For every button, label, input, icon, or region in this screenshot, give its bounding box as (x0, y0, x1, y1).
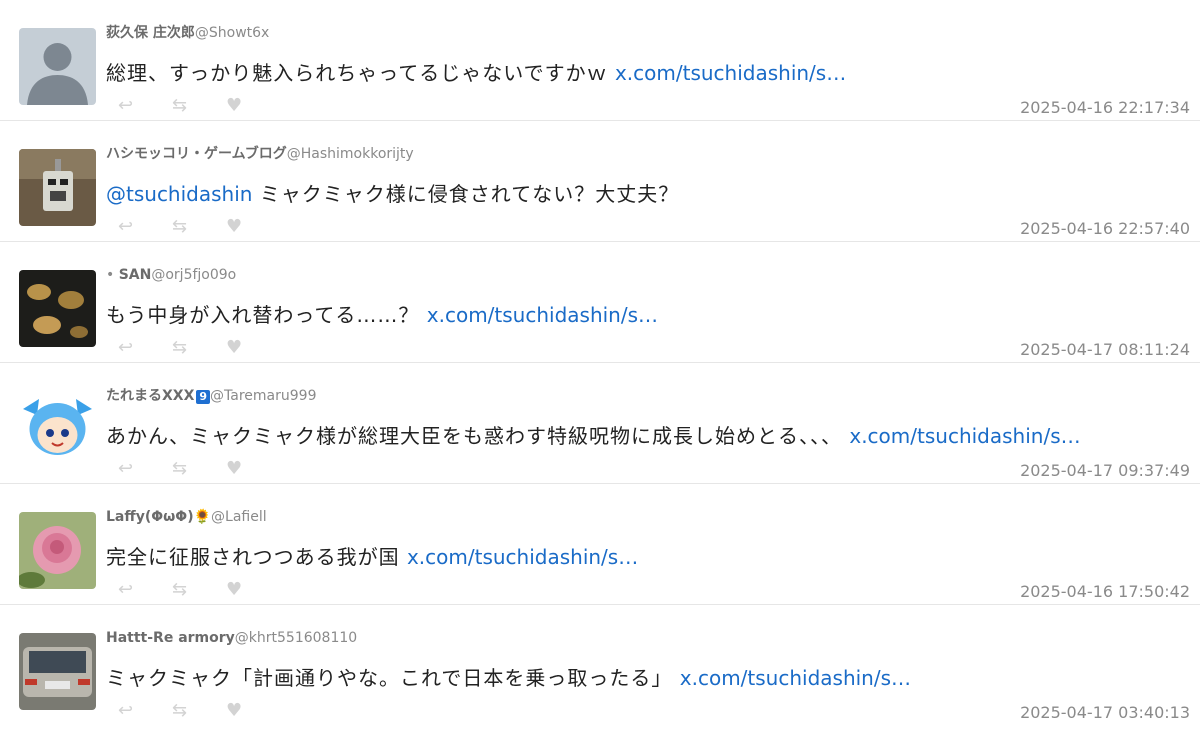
timestamp[interactable]: 2025-04-17 08:11:24 (1020, 340, 1190, 359)
tweet-text: もう中身が入れ替わってる……？ x.com/tsuchidashin/s… (106, 300, 658, 330)
reply-icon[interactable]: ↩ (118, 215, 172, 239)
tweet-text: ミャクミャク「計画通りやな。これで日本を乗っ取ったる」 x.com/tsuchi… (106, 663, 911, 693)
timestamp[interactable]: 2025-04-16 17:50:42 (1020, 582, 1190, 601)
tweet-actions: ↩ ⇆ ♥ (118, 699, 280, 723)
tweet-actions: ↩ ⇆ ♥ (118, 94, 280, 118)
name-prefix: • (106, 267, 115, 283)
tweet-header: Laffy(ΦωΦ)🌻@Lafiell (106, 508, 267, 526)
heart-icon[interactable]: ♥ (226, 215, 280, 239)
reply-icon[interactable]: ↩ (118, 457, 172, 481)
avatar[interactable] (19, 391, 96, 468)
tweet-link[interactable]: x.com/tsuchidashin/s… (680, 666, 911, 690)
tweet-item: Laffy(ΦωΦ)🌻@Lafiell 完全に征服されつつある我が国 x.com… (0, 484, 1200, 605)
tweet-body: 完全に征服されつつある我が国 (106, 545, 400, 569)
tweet-item: ハシモッコリ・ゲームブログ@Hashimokkorijty @tsuchidas… (0, 121, 1200, 242)
tweet-link[interactable]: x.com/tsuchidashin/s… (407, 545, 638, 569)
display-name[interactable]: Laffy(ΦωΦ) (106, 509, 194, 525)
car-avatar-image (19, 633, 96, 710)
tweet-item: • SAN@orj5fjo09o もう中身が入れ替わってる……？ x.com/t… (0, 242, 1200, 363)
tweet-feed: 荻久保 庄次郎@Showt6x 総理、すっかり魅入られちゃってるじゃないですかｗ… (0, 0, 1200, 726)
reply-icon[interactable]: ↩ (118, 578, 172, 602)
retweet-icon[interactable]: ⇆ (172, 699, 226, 723)
tweet-item: 荻久保 庄次郎@Showt6x 総理、すっかり魅入られちゃってるじゃないですかｗ… (0, 0, 1200, 121)
display-name[interactable]: 荻久保 庄次郎 (106, 25, 195, 41)
sunflower-icon: 🌻 (193, 509, 212, 525)
tweet-body: あかん、ミャクミャク様が総理大臣をも惑わす特級呪物に成長し始めとる、、、 (106, 424, 842, 448)
display-name[interactable]: ハシモッコリ・ゲームブログ (106, 146, 287, 162)
tweet-header: 荻久保 庄次郎@Showt6x (106, 24, 269, 42)
tweet-actions: ↩ ⇆ ♥ (118, 457, 280, 481)
tweet-header: たれまるXXX 9 @Taremaru999 (106, 387, 317, 405)
heart-icon[interactable]: ♥ (226, 457, 280, 481)
tweet-text: 総理、すっかり魅入られちゃってるじゃないですかｗ x.com/tsuchidas… (106, 58, 846, 88)
tweet-link[interactable]: x.com/tsuchidashin/s… (849, 424, 1080, 448)
tweet-text: 完全に征服されつつある我が国 x.com/tsuchidashin/s… (106, 542, 638, 572)
robot-avatar-image (19, 149, 96, 226)
avatar[interactable] (19, 633, 96, 710)
user-handle[interactable]: @orj5fjo09o (151, 267, 236, 283)
tweet-body: ミャクミャク「計画通りやな。これで日本を乗っ取ったる」 (106, 666, 673, 690)
avatar[interactable] (19, 149, 96, 226)
retweet-icon[interactable]: ⇆ (172, 94, 226, 118)
retweet-icon[interactable]: ⇆ (172, 457, 226, 481)
avatar[interactable] (19, 28, 96, 105)
tweet-header: ハシモッコリ・ゲームブログ@Hashimokkorijty (106, 145, 414, 163)
tweet-item: Hattt-Re armory@khrt551608110 ミャクミャク「計画通… (0, 605, 1200, 726)
timestamp[interactable]: 2025-04-16 22:57:40 (1020, 219, 1190, 238)
user-handle[interactable]: @Taremaru999 (210, 388, 316, 404)
tweet-link[interactable]: x.com/tsuchidashin/s… (615, 61, 846, 85)
tweet-header: Hattt-Re armory@khrt551608110 (106, 629, 357, 647)
tweet-body: ミャクミャク様に侵食されてない？大丈夫？ (259, 182, 680, 206)
tweet-link[interactable]: x.com/tsuchidashin/s… (427, 303, 658, 327)
number-badge: 9 (196, 390, 211, 404)
tweet-item: たれまるXXX 9 @Taremaru999 あかん、ミャクミャク様が総理大臣をも惑… (0, 363, 1200, 484)
tweet-text: @tsuchidashin ミャクミャク様に侵食されてない？大丈夫？ (106, 179, 679, 209)
tweet-body: 総理、すっかり魅入られちゃってるじゃないですかｗ (106, 61, 608, 85)
retweet-icon[interactable]: ⇆ (172, 578, 226, 602)
tweet-actions: ↩ ⇆ ♥ (118, 336, 280, 360)
user-handle[interactable]: @Lafiell (211, 509, 267, 525)
retweet-icon[interactable]: ⇆ (172, 215, 226, 239)
display-name[interactable]: SAN (119, 267, 152, 283)
cartoon-avatar-image (19, 391, 96, 468)
tweet-actions: ↩ ⇆ ♥ (118, 578, 280, 602)
tweet-actions: ↩ ⇆ ♥ (118, 215, 280, 239)
display-name[interactable]: たれまるXXX (106, 388, 194, 404)
retweet-icon[interactable]: ⇆ (172, 336, 226, 360)
dark-photo-avatar-image (19, 270, 96, 347)
user-handle[interactable]: @Showt6x (195, 25, 269, 41)
rose-avatar-image (19, 512, 96, 589)
reply-icon[interactable]: ↩ (118, 699, 172, 723)
heart-icon[interactable]: ♥ (226, 699, 280, 723)
timestamp[interactable]: 2025-04-16 22:17:34 (1020, 98, 1190, 117)
avatar[interactable] (19, 512, 96, 589)
reply-icon[interactable]: ↩ (118, 94, 172, 118)
heart-icon[interactable]: ♥ (226, 578, 280, 602)
tweet-header: • SAN@orj5fjo09o (106, 266, 236, 284)
reply-icon[interactable]: ↩ (118, 336, 172, 360)
timestamp[interactable]: 2025-04-17 03:40:13 (1020, 703, 1190, 722)
mention-link[interactable]: @tsuchidashin (106, 182, 252, 206)
tweet-text: あかん、ミャクミャク様が総理大臣をも惑わす特級呪物に成長し始めとる、、、 x.c… (106, 421, 1081, 451)
user-handle[interactable]: @Hashimokkorijty (287, 146, 414, 162)
avatar[interactable] (19, 270, 96, 347)
tweet-body: もう中身が入れ替わってる……？ (106, 303, 420, 327)
display-name[interactable]: Hattt-Re armory (106, 630, 235, 646)
heart-icon[interactable]: ♥ (226, 94, 280, 118)
default-avatar-image (19, 28, 96, 105)
timestamp[interactable]: 2025-04-17 09:37:49 (1020, 461, 1190, 480)
heart-icon[interactable]: ♥ (226, 336, 280, 360)
user-handle[interactable]: @khrt551608110 (235, 630, 357, 646)
